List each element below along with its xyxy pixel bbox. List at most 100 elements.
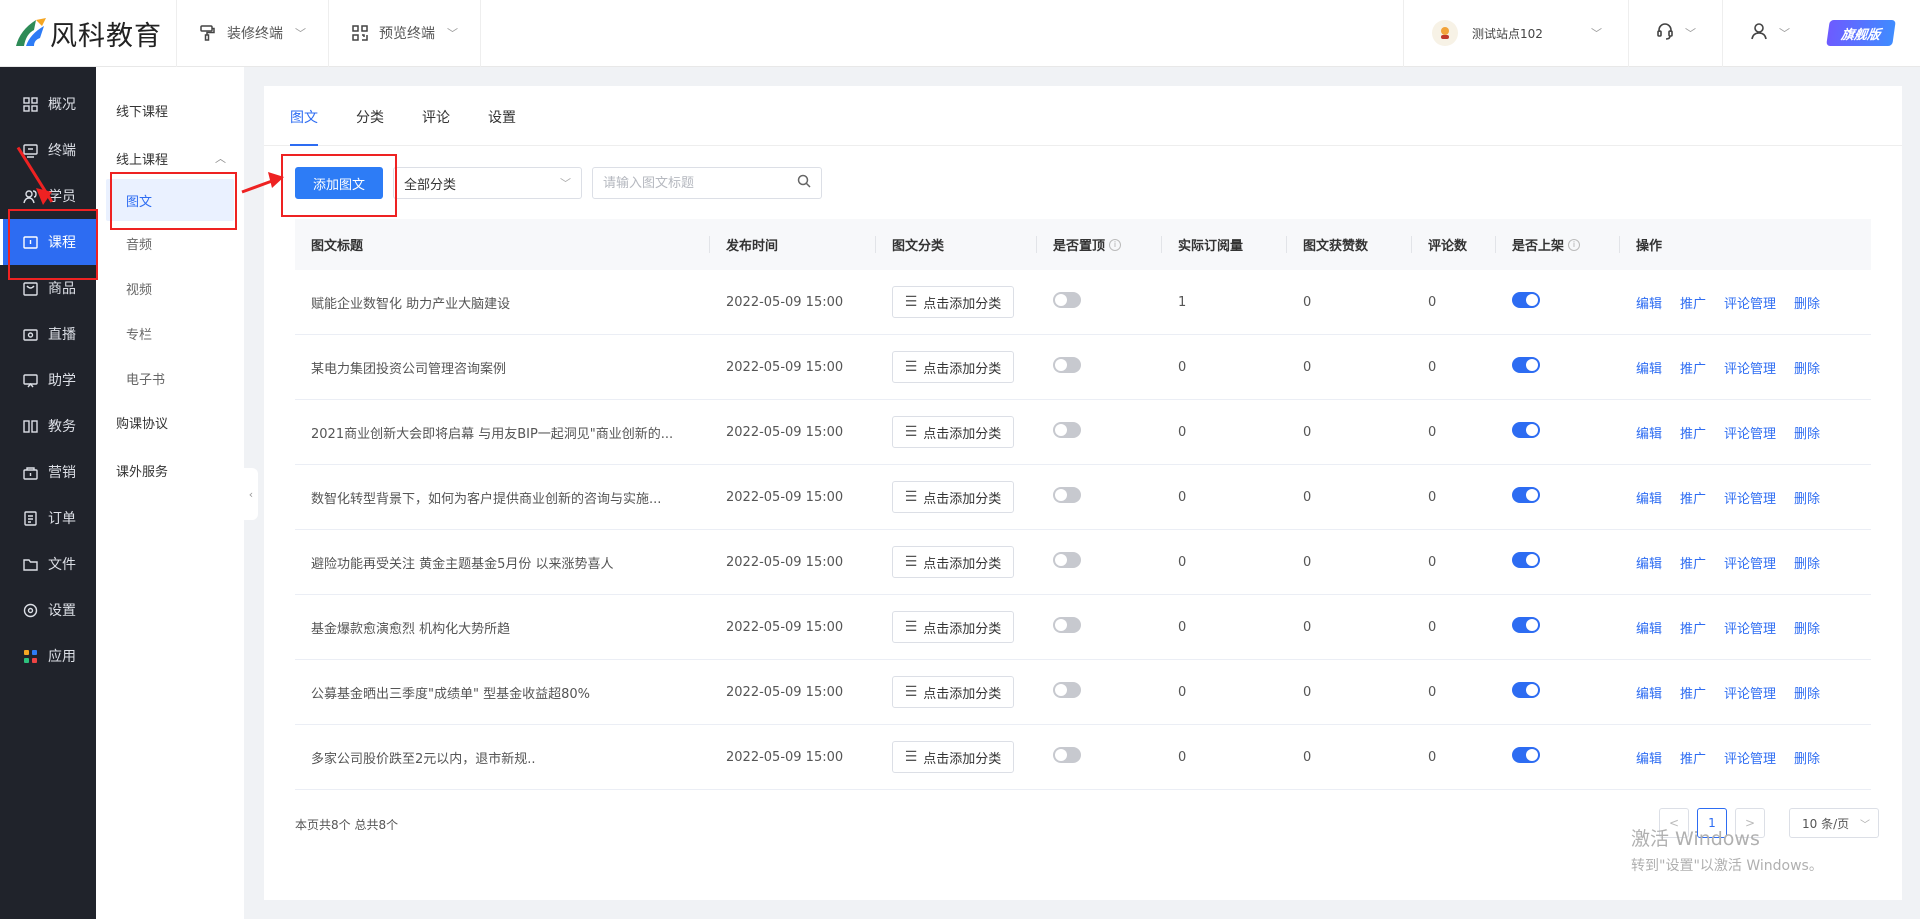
listed-toggle[interactable] xyxy=(1512,682,1540,698)
collapse-subnav-toggle[interactable]: ‹ xyxy=(244,468,258,520)
pinned-toggle[interactable] xyxy=(1053,357,1081,373)
comment-manage-link[interactable]: 评论管理 xyxy=(1724,752,1776,767)
edit-link[interactable]: 编辑 xyxy=(1636,297,1662,312)
nav-item-marketing[interactable]: 营销 xyxy=(0,449,96,495)
vip-edition[interactable]: 旗舰版 xyxy=(1816,0,1920,67)
tab-category[interactable]: 分类 xyxy=(356,107,384,145)
edit-link[interactable]: 编辑 xyxy=(1636,427,1662,442)
edit-link[interactable]: 编辑 xyxy=(1636,492,1662,507)
listed-toggle[interactable] xyxy=(1512,422,1540,438)
cell-title[interactable]: 数智化转型背景下，如何为客户提供商业创新的咨询与实施... xyxy=(295,488,710,507)
delete-link[interactable]: 删除 xyxy=(1794,687,1820,702)
pinned-toggle[interactable] xyxy=(1053,682,1081,698)
subnav-extra-service[interactable]: 课外服务 xyxy=(96,449,244,491)
search-icon[interactable] xyxy=(797,174,811,192)
cell-publish-time: 2022-05-09 15:00 xyxy=(726,489,844,505)
edit-link[interactable]: 编辑 xyxy=(1636,687,1662,702)
comment-manage-link[interactable]: 评论管理 xyxy=(1724,492,1776,507)
comment-manage-link[interactable]: 评论管理 xyxy=(1724,622,1776,637)
decorate-terminal-menu[interactable]: 装修终端 ﹀ xyxy=(177,0,329,67)
edit-link[interactable]: 编辑 xyxy=(1636,752,1662,767)
pinned-toggle[interactable] xyxy=(1053,422,1081,438)
comment-manage-link[interactable]: 评论管理 xyxy=(1724,427,1776,442)
add-category-button[interactable]: ☰ 点击添加分类 xyxy=(892,286,1014,318)
delete-link[interactable]: 删除 xyxy=(1794,492,1820,507)
delete-link[interactable]: 删除 xyxy=(1794,752,1820,767)
promote-link[interactable]: 推广 xyxy=(1680,622,1706,637)
edit-link[interactable]: 编辑 xyxy=(1636,557,1662,572)
add-category-button[interactable]: ☰ 点击添加分类 xyxy=(892,546,1014,578)
comment-manage-link[interactable]: 评论管理 xyxy=(1724,362,1776,377)
cell-title[interactable]: 避险功能再受关注 黄金主题基金5月份 以来涨势喜人 xyxy=(295,553,710,572)
edit-link[interactable]: 编辑 xyxy=(1636,622,1662,637)
comment-manage-link[interactable]: 评论管理 xyxy=(1724,557,1776,572)
pinned-toggle[interactable] xyxy=(1053,617,1081,633)
delete-link[interactable]: 删除 xyxy=(1794,557,1820,572)
user-menu[interactable]: ﹀ xyxy=(1723,0,1816,67)
delete-link[interactable]: 删除 xyxy=(1794,362,1820,377)
add-category-button[interactable]: ☰ 点击添加分类 xyxy=(892,481,1014,513)
subnav-offline-course[interactable]: 线下课程 xyxy=(96,89,244,131)
cell-actions: 编辑 推广 评论管理 删除 xyxy=(1620,618,1871,637)
preview-terminal-menu[interactable]: 预览终端 ﹀ xyxy=(329,0,481,67)
promote-link[interactable]: 推广 xyxy=(1680,427,1706,442)
promote-link[interactable]: 推广 xyxy=(1680,687,1706,702)
promote-link[interactable]: 推广 xyxy=(1680,362,1706,377)
listed-toggle[interactable] xyxy=(1512,552,1540,568)
support-menu[interactable]: ﹀ xyxy=(1629,0,1723,67)
delete-link[interactable]: 删除 xyxy=(1794,622,1820,637)
cell-title[interactable]: 多家公司股价跌至2元以内，退市新规.. xyxy=(295,748,710,767)
pinned-toggle[interactable] xyxy=(1053,487,1081,503)
pinned-toggle[interactable] xyxy=(1053,552,1081,568)
tab-article[interactable]: 图文 xyxy=(290,107,318,146)
listed-toggle[interactable] xyxy=(1512,747,1540,763)
cell-title[interactable]: 某电力集团投资公司管理咨询案例 xyxy=(295,358,710,377)
add-category-button[interactable]: ☰ 点击添加分类 xyxy=(892,611,1014,643)
table-row: 数智化转型背景下，如何为客户提供商业创新的咨询与实施... 2022-05-09 … xyxy=(295,465,1871,530)
promote-link[interactable]: 推广 xyxy=(1680,752,1706,767)
delete-link[interactable]: 删除 xyxy=(1794,427,1820,442)
delete-link[interactable]: 删除 xyxy=(1794,297,1820,312)
comment-manage-link[interactable]: 评论管理 xyxy=(1724,687,1776,702)
subnav-purchase-agreement[interactable]: 购课协议 xyxy=(96,401,244,443)
listed-toggle[interactable] xyxy=(1512,292,1540,308)
pinned-toggle[interactable] xyxy=(1053,292,1081,308)
info-icon[interactable]: i xyxy=(1109,238,1122,251)
tab-settings[interactable]: 设置 xyxy=(488,107,516,145)
category-filter-select[interactable]: 全部分类 ﹀ xyxy=(393,167,582,199)
nav-item-settings[interactable]: 设置 xyxy=(0,587,96,633)
edit-link[interactable]: 编辑 xyxy=(1636,362,1662,377)
subnav-item-video[interactable]: 视频 xyxy=(96,266,244,311)
listed-toggle[interactable] xyxy=(1512,357,1540,373)
cell-title[interactable]: 赋能企业数智化 助力产业大脑建设 xyxy=(295,293,710,312)
info-icon[interactable]: i xyxy=(1568,238,1581,251)
site-selector[interactable]: 测试站点102 ﹀ xyxy=(1403,0,1629,67)
search-input[interactable] xyxy=(603,175,797,191)
cell-title[interactable]: 公募基金晒出三季度"成绩单" 型基金收益超80% xyxy=(295,683,710,702)
nav-item-study-aid[interactable]: 助学 xyxy=(0,357,96,403)
nav-item-terminal[interactable]: 终端 xyxy=(0,127,96,173)
subnav-item-ebook[interactable]: 电子书 xyxy=(96,356,244,401)
tab-comments[interactable]: 评论 xyxy=(422,107,450,145)
nav-item-academic[interactable]: 教务 xyxy=(0,403,96,449)
brand-logo[interactable]: 风科教育 xyxy=(0,0,177,67)
listed-toggle[interactable] xyxy=(1512,487,1540,503)
add-category-button[interactable]: ☰ 点击添加分类 xyxy=(892,676,1014,708)
cell-title[interactable]: 基金爆款愈演愈烈 机构化大势所趋 xyxy=(295,618,710,637)
nav-item-live[interactable]: 直播 xyxy=(0,311,96,357)
listed-toggle[interactable] xyxy=(1512,617,1540,633)
nav-item-files[interactable]: 文件 xyxy=(0,541,96,587)
nav-item-overview[interactable]: 概况 xyxy=(0,81,96,127)
pinned-toggle[interactable] xyxy=(1053,747,1081,763)
promote-link[interactable]: 推广 xyxy=(1680,297,1706,312)
promote-link[interactable]: 推广 xyxy=(1680,492,1706,507)
comment-manage-link[interactable]: 评论管理 xyxy=(1724,297,1776,312)
add-category-button[interactable]: ☰ 点击添加分类 xyxy=(892,416,1014,448)
cell-title[interactable]: 2021商业创新大会即将启幕 与用友BIP一起洞见"商业创新的... xyxy=(295,423,710,442)
add-category-button[interactable]: ☰ 点击添加分类 xyxy=(892,351,1014,383)
subnav-item-column[interactable]: 专栏 xyxy=(96,311,244,356)
nav-item-orders[interactable]: 订单 xyxy=(0,495,96,541)
nav-item-apps[interactable]: 应用 xyxy=(0,633,96,679)
promote-link[interactable]: 推广 xyxy=(1680,557,1706,572)
add-category-button[interactable]: ☰ 点击添加分类 xyxy=(892,741,1014,773)
